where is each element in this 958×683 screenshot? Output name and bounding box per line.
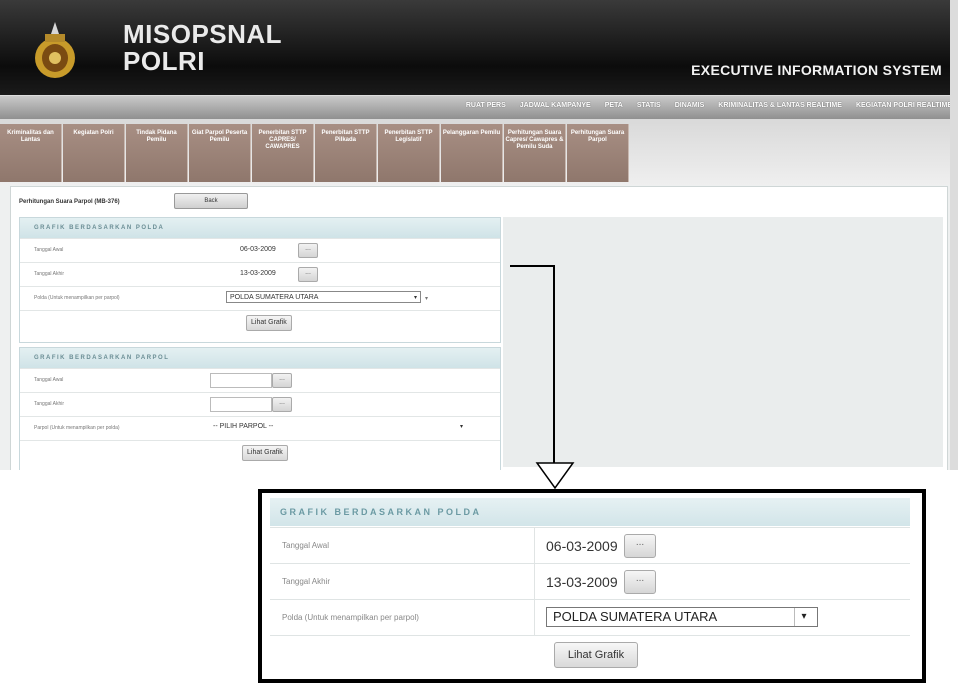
subnav-tab-suara-capres[interactable]: Perhitungan Suara Capres/ Cawapres & Pem… xyxy=(504,124,566,182)
nav-item-ruat-pers[interactable]: RUAT PERS xyxy=(466,102,506,109)
parpol-select-value: -- PILIH PARPOL -- xyxy=(213,423,274,430)
start-date-label: Tanggal Awal xyxy=(34,247,64,253)
start-date-input[interactable] xyxy=(210,373,272,388)
end-date-label: Tanggal Akhir xyxy=(34,401,65,407)
chevron-down-icon: ▾ xyxy=(794,608,813,626)
connector-line xyxy=(553,265,555,477)
subnav-tab-kriminalitas[interactable]: Kriminalitas dan Lantas xyxy=(0,124,62,182)
parpol-panel: GRAFIK BERDASARKAN PARPOL Tanggal Awal .… xyxy=(19,347,501,470)
scrollbar[interactable] xyxy=(950,0,958,470)
end-date-input[interactable] xyxy=(210,397,272,412)
start-date-label: Tanggal Awal xyxy=(282,541,329,550)
calendar-button[interactable]: ... xyxy=(272,373,292,388)
view-graph-button[interactable]: Lihat Grafik xyxy=(554,642,638,668)
chevron-down-icon: ▾ xyxy=(459,424,463,430)
subnav-tab-kegiatan-polri[interactable]: Kegiatan Polri xyxy=(63,124,125,182)
subnav-tab-sttp-pilkada[interactable]: Penerbitan STTP Pilkada xyxy=(315,124,377,182)
polda-label: Polda (Untuk menampilkan per parpol) xyxy=(34,295,120,301)
chevron-down-icon: ▾ xyxy=(413,295,417,301)
breadcrumb: Perhitungan Suara Parpol (MB-376) xyxy=(19,199,120,205)
start-date-value[interactable]: 06-03-2009 xyxy=(240,244,276,256)
zoomed-detail: GRAFIK BERDASARKAN POLDA Tanggal Awal 06… xyxy=(258,489,926,683)
subnav-tab-giat-parpol[interactable]: Giat Parpol Peserta Pemilu xyxy=(189,124,251,182)
calendar-button[interactable]: ... xyxy=(624,534,656,558)
parpol-select[interactable]: -- PILIH PARPOL -- ▾ xyxy=(210,421,466,433)
view-graph-button[interactable]: Lihat Grafik xyxy=(242,445,288,461)
app-header: MISOPSNAL POLRI EXECUTIVE INFORMATION SY… xyxy=(0,0,958,95)
zoom-panel-title: GRAFIK BERDASARKAN POLDA xyxy=(270,498,910,526)
calendar-button[interactable]: ... xyxy=(624,570,656,594)
connector-line xyxy=(510,265,554,267)
polda-panel-title: GRAFIK BERDASARKAN POLDA xyxy=(20,218,500,238)
parpol-label: Parpol (Untuk menampilkan per polda) xyxy=(34,425,120,431)
end-date-label: Tanggal Akhir xyxy=(34,271,65,277)
sub-nav: Kriminalitas dan Lantas Kegiatan Polri T… xyxy=(0,119,958,185)
start-date-label: Tanggal Awal xyxy=(34,377,64,383)
view-graph-button[interactable]: Lihat Grafik xyxy=(246,315,292,331)
chevron-down-icon: ▾ xyxy=(425,296,429,302)
end-date-label: Tanggal Akhir xyxy=(282,577,331,586)
calendar-button[interactable]: ... xyxy=(298,243,318,258)
nav-item-statis[interactable]: STATIS xyxy=(637,102,661,109)
polda-label: Polda (Untuk menampilkan per parpol) xyxy=(282,613,419,622)
subnav-tab-tindak-pidana[interactable]: Tindak Pidana Pemilu xyxy=(126,124,188,182)
start-date-value[interactable]: 06-03-2009 xyxy=(546,538,618,554)
graph-area xyxy=(503,217,943,467)
system-title: EXECUTIVE INFORMATION SYSTEM xyxy=(691,62,942,78)
end-date-value[interactable]: 13-03-2009 xyxy=(546,574,618,590)
top-nav: RUAT PERS JADWAL KAMPANYE PETA STATIS DI… xyxy=(0,95,958,120)
calendar-button[interactable]: ... xyxy=(298,267,318,282)
nav-item-peta[interactable]: PETA xyxy=(605,102,623,109)
polda-select-value: POLDA SUMATERA UTARA xyxy=(230,294,319,301)
nav-item-kegiatan[interactable]: KEGIATAN POLRI REALTIME xyxy=(856,102,952,109)
polda-select[interactable]: POLDA SUMATERA UTARA ▾ xyxy=(226,291,421,303)
nav-item-jadwal-kampanye[interactable]: JADWAL KAMPANYE xyxy=(520,102,591,109)
nav-item-dinamis[interactable]: DINAMIS xyxy=(675,102,705,109)
parpol-panel-title: GRAFIK BERDASARKAN PARPOL xyxy=(20,348,500,368)
subnav-tab-suara-parpol[interactable]: Perhitungan Suara Parpol xyxy=(567,124,629,182)
brand-subtitle: POLRI xyxy=(123,46,205,76)
calendar-button[interactable]: ... xyxy=(272,397,292,412)
back-button[interactable]: Back xyxy=(174,193,248,209)
polda-select[interactable]: POLDA SUMATERA UTARA ▾ xyxy=(546,607,818,627)
polda-select-value: POLDA SUMATERA UTARA xyxy=(553,609,718,624)
subnav-tab-sttp-capres[interactable]: Penerbitan STTP CAPRES/ CAWAPRES xyxy=(252,124,314,182)
subnav-tab-pelanggaran[interactable]: Pelanggaran Pemilu xyxy=(441,124,503,182)
screenshot-frame: MISOPSNAL POLRI EXECUTIVE INFORMATION SY… xyxy=(0,0,958,470)
end-date-value[interactable]: 13-03-2009 xyxy=(240,268,276,280)
arrow-down-icon xyxy=(535,462,575,490)
nav-item-kriminalitas[interactable]: KRIMINALITAS & LANTAS REALTIME xyxy=(718,102,842,109)
polda-panel: GRAFIK BERDASARKAN POLDA Tanggal Awal 06… xyxy=(19,217,501,343)
police-emblem-icon xyxy=(35,22,75,78)
content-area: Perhitungan Suara Parpol (MB-376) Back G… xyxy=(10,186,948,470)
subnav-tab-sttp-legislatif[interactable]: Penerbitan STTP Legislatif xyxy=(378,124,440,182)
